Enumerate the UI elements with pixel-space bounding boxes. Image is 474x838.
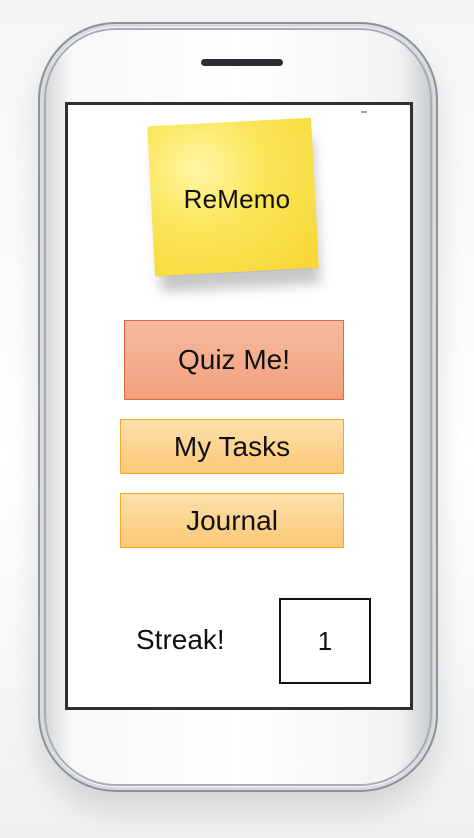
app-title: ReMemo bbox=[183, 184, 291, 214]
speaker-grille bbox=[201, 59, 283, 66]
my-tasks-button[interactable]: My Tasks bbox=[120, 419, 344, 474]
sensor-dot bbox=[361, 111, 367, 113]
quiz-me-button[interactable]: Quiz Me! bbox=[124, 320, 344, 400]
streak-counter: 1 bbox=[279, 598, 371, 684]
streak-label: Streak! bbox=[136, 624, 225, 655]
journal-button[interactable]: Journal bbox=[120, 493, 344, 548]
device-mockup: ReMemo Quiz Me! My Tasks Journal Streak!… bbox=[0, 0, 474, 838]
